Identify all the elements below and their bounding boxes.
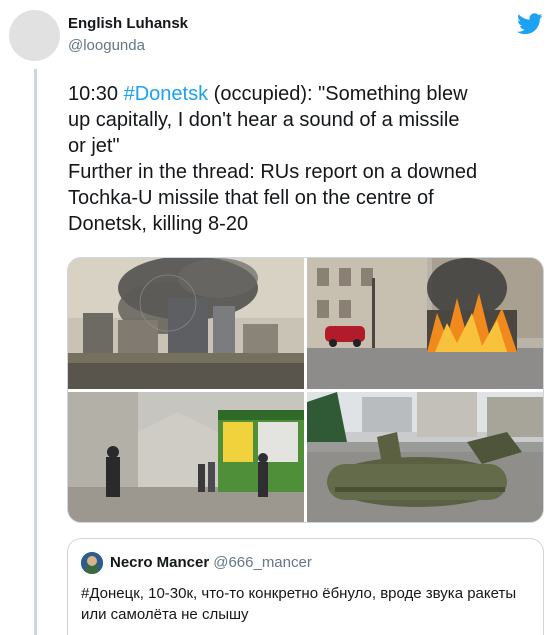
- tweet-header: English Luhansk @loogunda: [68, 14, 188, 56]
- quoted-tweet-header: Necro Mancer @666_mancer: [110, 553, 312, 573]
- quoted-tweet[interactable]: Necro Mancer @666_mancer #Донецк, 10-30к,…: [67, 538, 544, 635]
- tweet-time-text: 10:30: [68, 83, 124, 105]
- quoted-author-handle[interactable]: @666_mancer: [213, 554, 312, 571]
- photo-smoke-over-city[interactable]: [68, 258, 304, 389]
- author-handle[interactable]: @loogunda: [68, 36, 188, 56]
- tweet-line-1-rest: (occupied): "Something blew: [208, 83, 468, 105]
- media-grid: [67, 257, 544, 523]
- twitter-bird-icon[interactable]: [517, 13, 543, 35]
- quoted-author-name[interactable]: Necro Mancer: [110, 554, 209, 571]
- quoted-tweet-text: #Донецк, 10-30к, что-то конкретно ёбнуло…: [81, 585, 517, 623]
- photo-burning-vehicle[interactable]: [307, 258, 543, 389]
- tweet-line-5: Tochka-U missile that fell on the centre…: [68, 187, 434, 209]
- tweet-line-4: Further in the thread: RUs report on a d…: [68, 161, 478, 183]
- author-avatar[interactable]: [9, 10, 60, 61]
- tweet-line-6: Donetsk, killing 8-20: [68, 213, 249, 235]
- thread-connector-line: [34, 69, 37, 635]
- photo-people-in-smoke[interactable]: [68, 392, 304, 522]
- tweet-line-1: 10:30 #Donetsk (occupied): "Something bl…: [68, 81, 548, 107]
- hashtag-link[interactable]: #Donetsk: [124, 83, 209, 105]
- tweet-line-3: or jet": [68, 135, 120, 157]
- photo-missile-fragment[interactable]: [307, 392, 543, 522]
- tweet-body: 10:30 #Donetsk (occupied): "Something bl…: [68, 81, 548, 237]
- tweet-line-2: up capitally, I don't hear a sound of a …: [68, 109, 460, 131]
- quoted-author-avatar[interactable]: [81, 552, 103, 574]
- author-display-name[interactable]: English Luhansk: [68, 14, 188, 34]
